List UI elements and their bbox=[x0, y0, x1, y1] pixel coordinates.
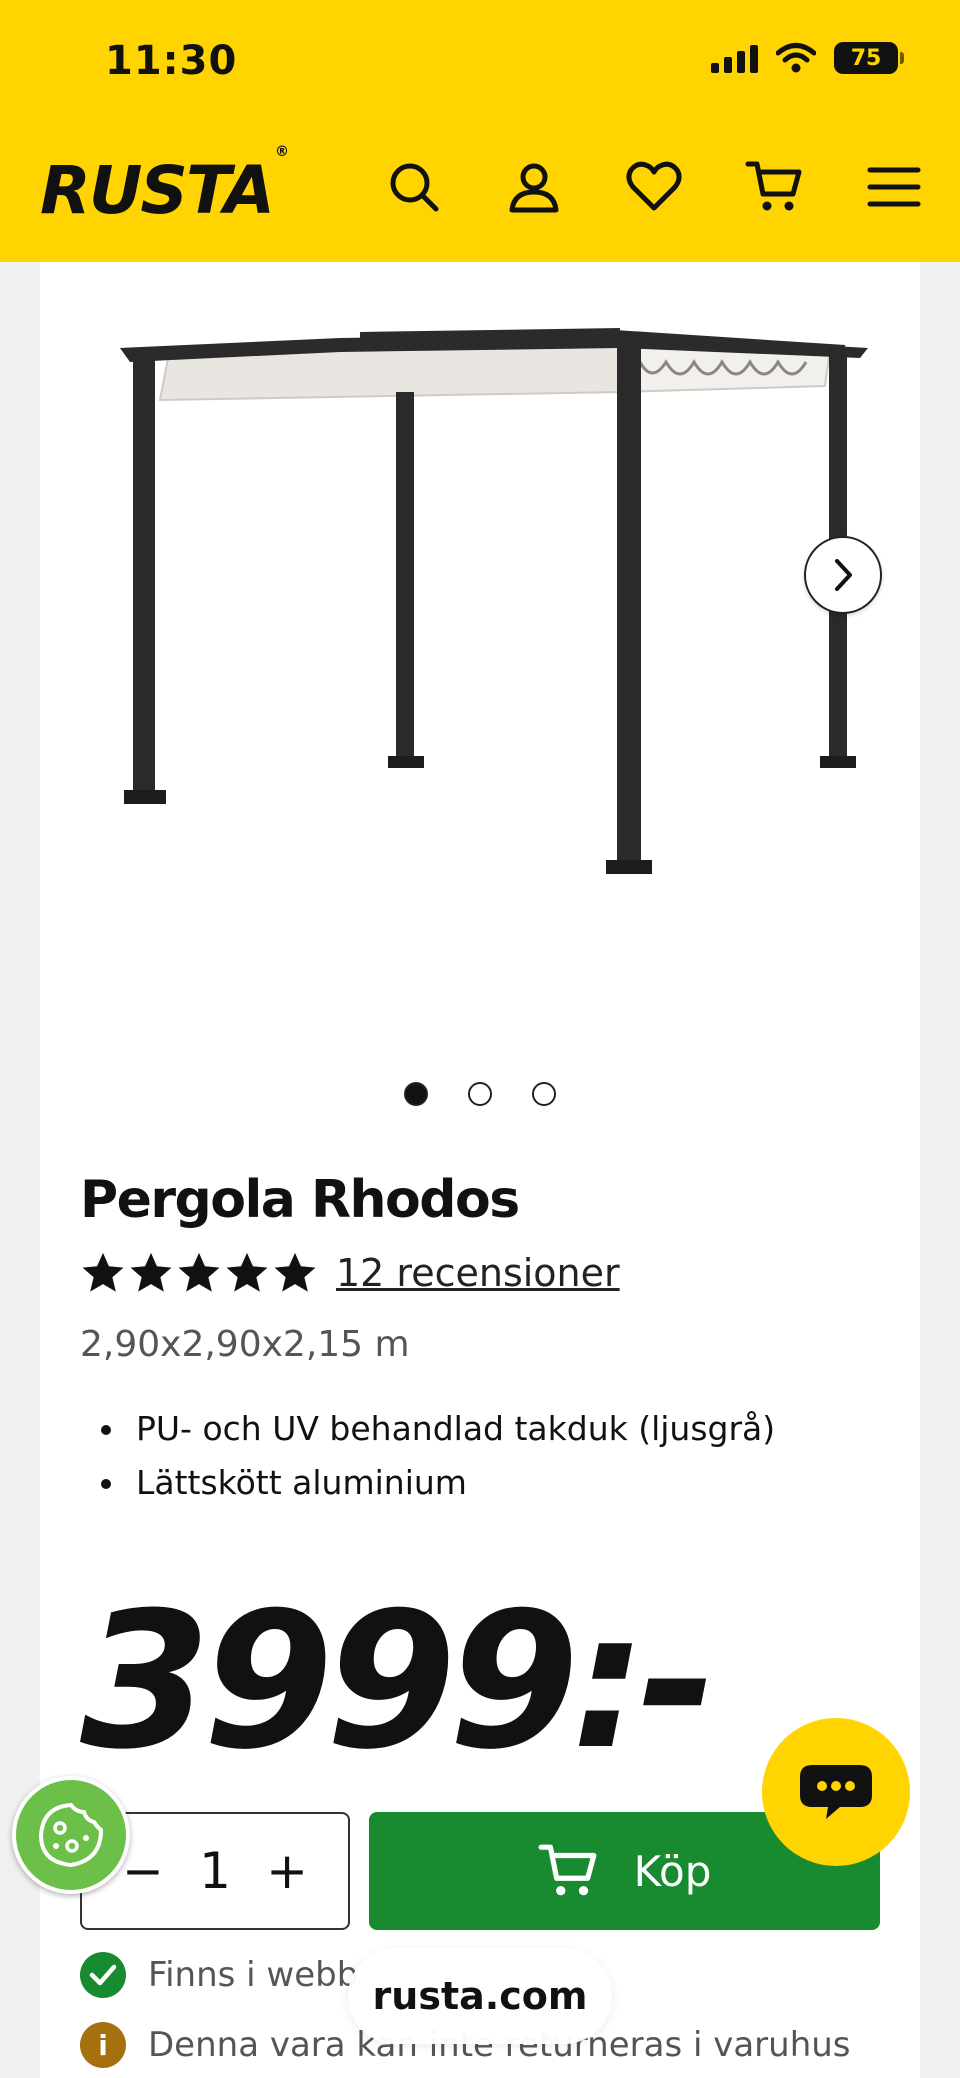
battery-icon: 75 bbox=[834, 42, 904, 74]
header: 11:30 75 RUSTA ® bbox=[0, 0, 960, 262]
product-dimensions: 2,90x2,90x2,15 m bbox=[80, 1324, 410, 1365]
cookie-icon bbox=[38, 1802, 104, 1868]
gallery-dot-1[interactable] bbox=[404, 1082, 428, 1106]
next-image-button[interactable] bbox=[804, 536, 882, 614]
star-icon bbox=[274, 1252, 316, 1292]
star-icon bbox=[82, 1252, 124, 1292]
registered-mark: ® bbox=[274, 144, 289, 160]
gallery-dot-2[interactable] bbox=[468, 1082, 492, 1106]
status-icons: 75 bbox=[711, 42, 904, 74]
rusta-logo[interactable]: RUSTA ® bbox=[40, 144, 289, 229]
feature-list: PU- och UV behandlad takduk (ljusgrå) Lä… bbox=[128, 1402, 775, 1510]
buy-label: Köp bbox=[633, 1846, 712, 1896]
cart-icon bbox=[538, 1844, 597, 1896]
page: 11:30 75 RUSTA ® Pergola Rhodos 12 recen… bbox=[0, 0, 960, 2078]
status-time: 11:30 bbox=[105, 38, 238, 84]
cart-icon[interactable] bbox=[745, 158, 803, 216]
header-actions bbox=[385, 158, 923, 216]
chevron-right-icon bbox=[835, 559, 852, 591]
chat-button[interactable] bbox=[762, 1718, 910, 1866]
heart-icon[interactable] bbox=[625, 158, 683, 216]
star-rating bbox=[80, 1250, 318, 1296]
gallery-dots bbox=[404, 1082, 556, 1106]
stock-status: Finns i webb bbox=[80, 1952, 358, 1998]
decrease-button[interactable]: − bbox=[122, 1842, 164, 1900]
logo-text: RUSTA bbox=[40, 152, 275, 229]
star-icon bbox=[130, 1252, 172, 1292]
check-icon bbox=[80, 1952, 126, 1998]
browser-url-bar[interactable]: rusta.com bbox=[348, 1948, 612, 2044]
feature-item: Lättskött aluminium bbox=[128, 1456, 775, 1510]
product-title: Pergola Rhodos bbox=[80, 1170, 520, 1230]
product-image[interactable] bbox=[40, 262, 920, 1062]
reviews-link[interactable]: 12 recensioner bbox=[336, 1251, 620, 1295]
wifi-icon bbox=[776, 43, 816, 73]
search-icon[interactable] bbox=[385, 158, 443, 216]
signal-icon bbox=[711, 43, 758, 73]
chat-bubble-icon bbox=[800, 1765, 872, 1819]
star-icon bbox=[226, 1252, 268, 1292]
gallery-dot-3[interactable] bbox=[532, 1082, 556, 1106]
info-icon: i bbox=[80, 2022, 126, 2068]
rating-row: 12 recensioner bbox=[80, 1250, 620, 1296]
stock-text: Finns i webb bbox=[148, 1955, 359, 1995]
cookie-settings-button[interactable] bbox=[12, 1776, 130, 1894]
feature-item: PU- och UV behandlad takduk (ljusgrå) bbox=[128, 1402, 775, 1456]
increase-button[interactable]: + bbox=[266, 1842, 308, 1900]
product-price: 3999:- bbox=[80, 1572, 716, 1791]
account-icon[interactable] bbox=[505, 158, 563, 216]
star-icon bbox=[178, 1252, 220, 1292]
menu-icon[interactable] bbox=[865, 158, 923, 216]
quantity-value[interactable]: 1 bbox=[199, 1842, 231, 1900]
